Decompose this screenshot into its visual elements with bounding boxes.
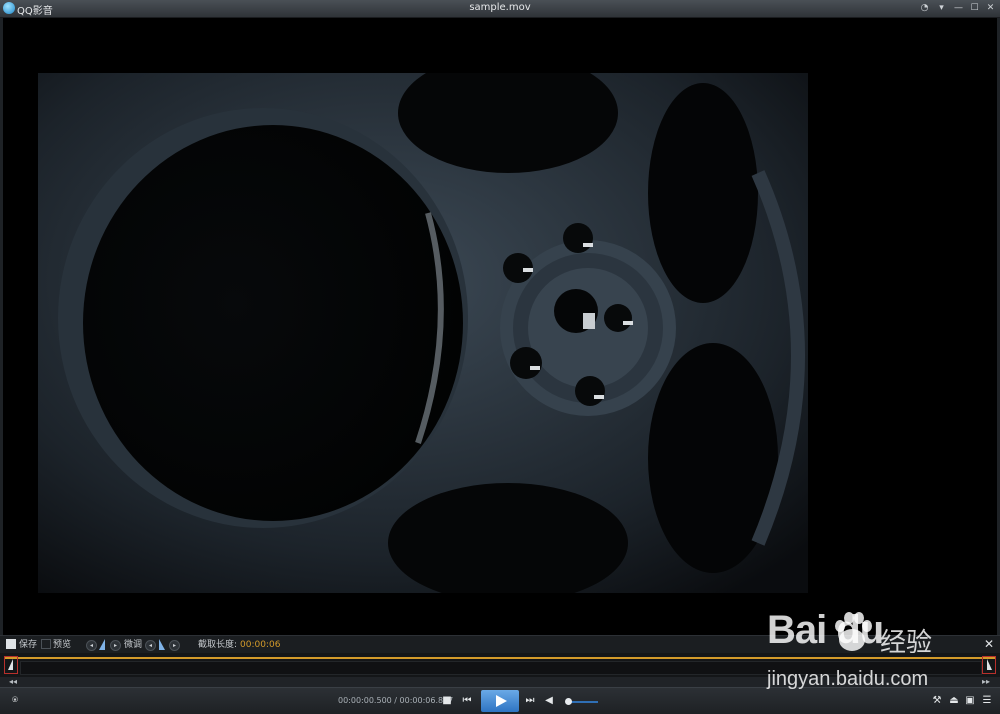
- play-icon: [496, 695, 507, 707]
- video-area[interactable]: [0, 18, 1000, 635]
- video-frame: [38, 73, 808, 593]
- end-clip-marker[interactable]: [982, 656, 996, 674]
- screen-mode-icon[interactable]: ▣: [963, 694, 977, 708]
- clip-length-value: 00:00:06: [240, 640, 281, 650]
- scroll-left-icon[interactable]: ◂◂: [9, 677, 17, 687]
- play-preview-icon: [41, 639, 51, 649]
- save-button[interactable]: 保存: [19, 639, 37, 651]
- stop-icon[interactable]: ■: [440, 694, 454, 708]
- baidu-paw-icon: [835, 612, 872, 651]
- pin-icon[interactable]: ⍟: [8, 694, 22, 708]
- close-icon[interactable]: ✕: [985, 3, 996, 14]
- finetune-label: 微调: [124, 640, 143, 650]
- time-display: 00:00:00.500 / 00:00:06.837: [338, 696, 454, 705]
- volume-icon[interactable]: ◀: [542, 694, 556, 708]
- play-button[interactable]: [481, 690, 519, 712]
- start-next-button[interactable]: ▸: [110, 640, 121, 651]
- skin-icon[interactable]: ◔: [919, 3, 930, 14]
- clip-close-icon[interactable]: ✕: [984, 637, 994, 651]
- end-marker-icon: [159, 639, 165, 650]
- scroll-right-icon[interactable]: ▸▸: [982, 677, 990, 687]
- volume-knob[interactable]: [565, 698, 572, 705]
- playlist-icon[interactable]: ☰: [980, 694, 994, 708]
- preview-button[interactable]: 预览: [53, 639, 71, 651]
- tools-icon[interactable]: ⚒: [930, 694, 944, 708]
- window-title: sample.mov: [469, 2, 531, 13]
- minimize-icon[interactable]: —: [953, 3, 964, 14]
- control-bar: ⍟ 00:00:00.500 / 00:00:06.837 ■ ⏮ ⏭ ◀ ⚒ …: [0, 687, 1000, 714]
- baidu-watermark-url: jingyan.baidu.com: [767, 668, 929, 690]
- baidu-watermark-chinese: 经验: [880, 628, 933, 658]
- end-prev-button[interactable]: ◂: [145, 640, 156, 651]
- menu-icon[interactable]: ▾: [936, 3, 947, 14]
- end-next-button[interactable]: ▸: [169, 640, 180, 651]
- start-clip-marker[interactable]: [4, 656, 18, 674]
- save-icon: [6, 639, 16, 649]
- eject-icon[interactable]: ⏏: [947, 694, 961, 708]
- timeline-progress-line: [4, 657, 996, 659]
- next-icon[interactable]: ⏭: [523, 694, 537, 708]
- title-bar: QQ影音 sample.mov ◔ ▾ — ☐ ✕: [0, 0, 1000, 18]
- start-prev-button[interactable]: ◂: [86, 640, 97, 651]
- previous-icon[interactable]: ⏮: [460, 694, 474, 708]
- maximize-icon[interactable]: ☐: [969, 3, 980, 14]
- clip-length-label: 截取长度:: [198, 640, 238, 650]
- start-marker-icon: [99, 639, 105, 650]
